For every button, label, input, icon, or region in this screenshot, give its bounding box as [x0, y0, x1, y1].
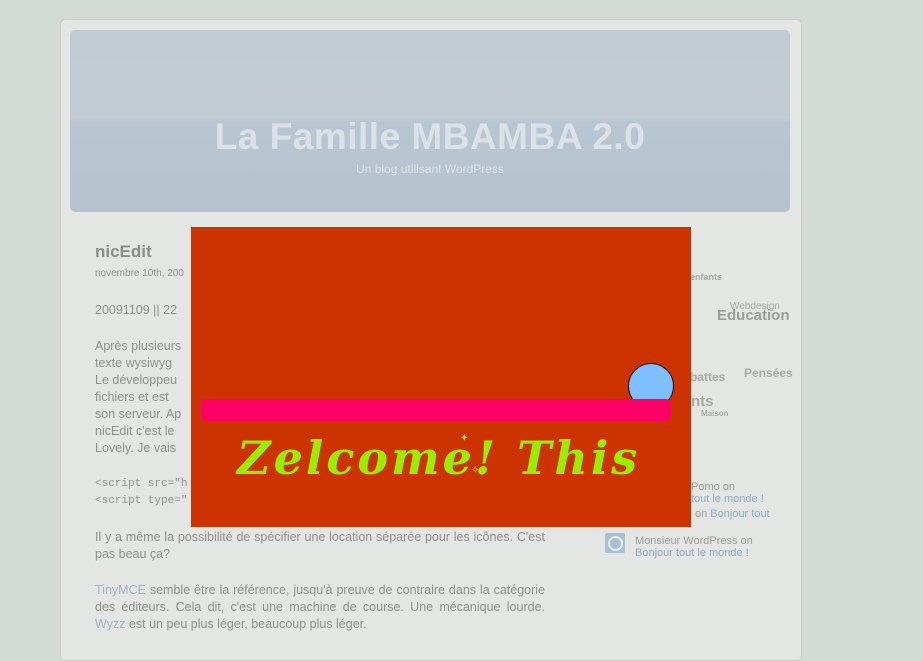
sparkle-decoration: ✧: [471, 465, 480, 476]
avatar: [605, 533, 625, 553]
post-text-line: fichiers et est: [95, 390, 169, 404]
tag-education[interactable]: Education: [717, 307, 790, 324]
post-text: semble être la référence, jusqu'à preuve…: [95, 583, 545, 614]
site-tagline: Un blog utilisant WordPress: [356, 162, 504, 176]
tag-enfants[interactable]: enfants: [690, 272, 722, 282]
wordpress-icon: [607, 535, 623, 551]
game-canvas[interactable]: Zelcome! This ✦ ✧: [191, 227, 691, 527]
post-paragraph-editors: TinyMCE semble être la référence, jusqu'…: [95, 582, 545, 633]
post-text-line: nicEdit c'est le: [95, 424, 175, 438]
post-text-line: son serveur. Ap: [95, 407, 182, 421]
comment-on: on: [695, 508, 711, 520]
sparkle-decoration: ✦: [460, 433, 469, 444]
post-paragraph-icons: Il y a même la possibilité de spécifier …: [95, 530, 545, 561]
post-text-line: Le développeu: [95, 373, 178, 387]
comment-link: Bonjour tout le monde !: [635, 547, 749, 559]
tag-nts[interactable]: nts: [691, 393, 714, 410]
comment-link: tout le monde !: [691, 493, 764, 505]
code-line: <script type=": [95, 495, 188, 507]
post-text-line: Après plusieurs: [95, 339, 182, 353]
tinymce-link[interactable]: TinyMCE: [95, 583, 146, 597]
comment-post-link[interactable]: Bonjour tout le monde !: [635, 547, 749, 559]
game-paddle[interactable]: [201, 399, 671, 421]
tag-pensees[interactable]: Pensées: [744, 366, 793, 380]
game-welcome-text: Zelcome! This: [237, 431, 641, 485]
comment-line: on Bonjour tout: [695, 508, 770, 520]
post-text-line: Lovely. Je vais: [95, 441, 177, 455]
tag-maison[interactable]: Maison: [701, 409, 729, 418]
post-text-line: texte wysiwyg: [95, 356, 173, 370]
post-id-line: 20091109 || 22: [95, 303, 178, 317]
blog-header: La Famille MBAMBA 2.0 Un blog utilisant …: [70, 30, 790, 212]
comment-author: Monsieur WordPress on: [635, 535, 753, 547]
comment-post-link[interactable]: tout le monde !: [691, 493, 764, 505]
tag-battes[interactable]: battes: [690, 370, 725, 384]
comment-author: Pomo on: [691, 481, 736, 493]
comment-post-link[interactable]: Bonjour tout: [710, 508, 769, 520]
code-line: <script src="h: [95, 478, 188, 490]
post-text: est un peu plus léger, beaucoup plus lég…: [125, 617, 367, 631]
site-title[interactable]: La Famille MBAMBA 2.0: [70, 116, 790, 158]
wyzz-link[interactable]: Wyzz: [95, 617, 125, 631]
